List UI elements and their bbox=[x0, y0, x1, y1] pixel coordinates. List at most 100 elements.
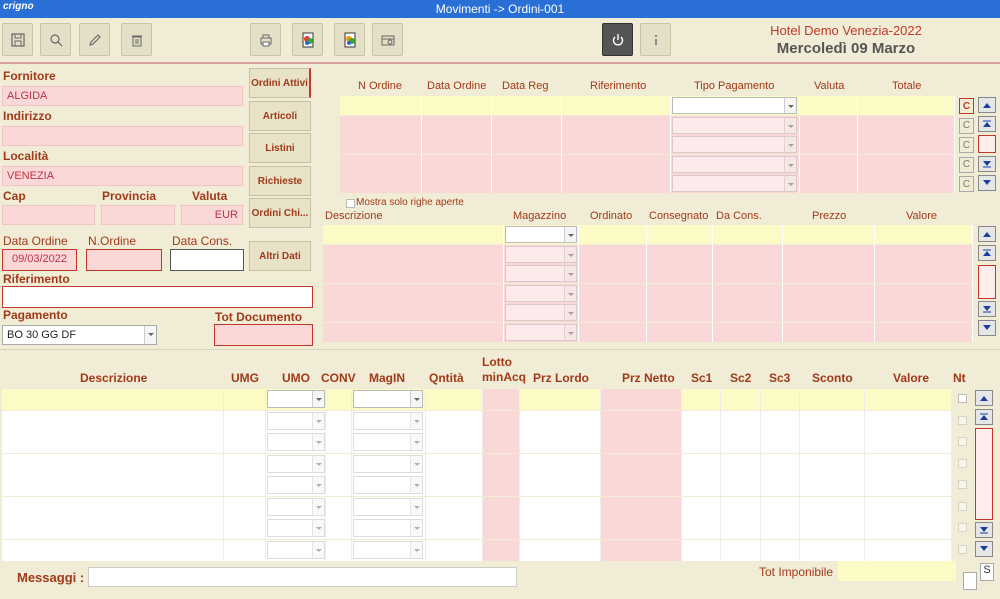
c-button[interactable]: C bbox=[959, 98, 974, 114]
nt-checkbox[interactable] bbox=[958, 458, 967, 468]
line-row[interactable] bbox=[0, 432, 1000, 453]
valuta-field[interactable]: EUR bbox=[181, 205, 243, 225]
nt-checkbox[interactable] bbox=[958, 501, 967, 511]
magazzino-select[interactable] bbox=[505, 226, 577, 243]
magazzino-select[interactable] bbox=[505, 284, 577, 302]
tipo-pagamento-select[interactable] bbox=[672, 175, 797, 192]
orders-cell bbox=[858, 96, 955, 115]
tipo-pagamento-select[interactable] bbox=[672, 136, 797, 153]
tipo-pagamento-select[interactable] bbox=[672, 116, 797, 134]
scroll-down-button[interactable] bbox=[975, 541, 993, 557]
archive-button[interactable] bbox=[372, 23, 403, 56]
umo-select[interactable] bbox=[267, 454, 325, 473]
magin-select[interactable] bbox=[353, 411, 423, 430]
chevron-down-icon bbox=[312, 498, 324, 515]
line-row[interactable] bbox=[0, 410, 1000, 432]
magazzino-select[interactable] bbox=[505, 304, 577, 321]
info-button[interactable] bbox=[640, 23, 671, 56]
umo-select[interactable] bbox=[267, 540, 325, 559]
magin-select[interactable] bbox=[353, 519, 423, 537]
chevron-down-icon bbox=[784, 156, 796, 172]
umo-select[interactable] bbox=[267, 433, 325, 451]
magin-select[interactable] bbox=[353, 476, 423, 494]
chevron-down-icon bbox=[410, 477, 422, 493]
ordini-attivi-button[interactable]: Ordini Attivi bbox=[249, 68, 311, 98]
print-button[interactable] bbox=[250, 23, 281, 56]
umo-select[interactable] bbox=[267, 411, 325, 430]
line-row[interactable] bbox=[0, 389, 1000, 410]
line-row[interactable] bbox=[0, 539, 1000, 561]
nt-checkbox[interactable] bbox=[958, 437, 967, 446]
search-button[interactable] bbox=[40, 23, 71, 56]
detail-row[interactable] bbox=[0, 244, 1000, 264]
scroll-up-button[interactable] bbox=[975, 409, 993, 425]
orders-row[interactable]: C bbox=[0, 174, 1000, 193]
umo-select[interactable] bbox=[267, 497, 325, 516]
orders-row[interactable]: C bbox=[0, 154, 1000, 174]
detail-row[interactable] bbox=[0, 225, 1000, 244]
magin-select[interactable] bbox=[353, 454, 423, 473]
tipo-pagamento-select[interactable] bbox=[672, 155, 797, 173]
scrollbar-track[interactable] bbox=[978, 135, 996, 153]
line-row[interactable] bbox=[0, 496, 1000, 518]
line-row[interactable] bbox=[0, 475, 1000, 496]
s-checkbox[interactable] bbox=[963, 572, 977, 590]
umo-select[interactable] bbox=[267, 476, 325, 494]
report2-button[interactable] bbox=[334, 23, 365, 56]
scroll-down-button[interactable] bbox=[975, 522, 993, 538]
ordini-chi-button[interactable]: Ordini Chi... bbox=[249, 198, 311, 228]
scroll-down-button[interactable] bbox=[978, 156, 996, 172]
scroll-down-button[interactable] bbox=[978, 175, 996, 191]
magin-select[interactable] bbox=[353, 433, 423, 451]
orders-row[interactable]: C bbox=[0, 135, 1000, 154]
scroll-up-button[interactable] bbox=[978, 97, 996, 113]
nt-checkbox[interactable] bbox=[958, 523, 967, 532]
magin-select[interactable] bbox=[353, 540, 423, 559]
detail-row[interactable] bbox=[0, 283, 1000, 303]
umo-select[interactable] bbox=[267, 390, 325, 408]
cap-field[interactable] bbox=[2, 205, 95, 225]
scrollbar-track[interactable] bbox=[975, 428, 993, 520]
scroll-down-button[interactable] bbox=[978, 320, 996, 336]
c-button[interactable]: C bbox=[959, 117, 974, 134]
magazzino-select[interactable] bbox=[505, 323, 577, 341]
nt-checkbox[interactable] bbox=[958, 415, 967, 425]
detail-row[interactable] bbox=[0, 264, 1000, 283]
power-button[interactable] bbox=[602, 23, 633, 56]
tipo-pagamento-select[interactable] bbox=[672, 97, 797, 114]
scroll-up-button[interactable] bbox=[978, 116, 996, 132]
report-button[interactable] bbox=[292, 23, 323, 56]
scroll-down-button[interactable] bbox=[978, 301, 996, 317]
detail-cell bbox=[504, 322, 579, 342]
info-icon bbox=[654, 34, 657, 45]
line-row[interactable] bbox=[0, 518, 1000, 539]
c-button[interactable]: C bbox=[959, 156, 974, 173]
delete-button[interactable] bbox=[121, 23, 152, 56]
orders-row[interactable]: C bbox=[0, 96, 1000, 115]
magazzino-select[interactable] bbox=[505, 265, 577, 282]
scroll-up-button[interactable] bbox=[975, 390, 993, 406]
nt-checkbox[interactable] bbox=[958, 480, 967, 489]
line-row[interactable] bbox=[0, 453, 1000, 475]
scroll-up-button[interactable] bbox=[978, 226, 996, 242]
trash-icon bbox=[131, 35, 142, 46]
s-button[interactable]: S bbox=[980, 563, 994, 581]
scroll-up-button[interactable] bbox=[978, 245, 996, 261]
detail-row[interactable] bbox=[0, 322, 1000, 342]
scrollbar-track[interactable] bbox=[978, 265, 996, 299]
umo-select[interactable] bbox=[267, 519, 325, 537]
mostra-checkbox[interactable] bbox=[346, 199, 355, 208]
nt-checkbox[interactable] bbox=[958, 394, 967, 403]
save-button[interactable] bbox=[2, 23, 33, 56]
magin-select[interactable] bbox=[353, 390, 423, 408]
magazzino-select[interactable] bbox=[505, 245, 577, 263]
orders-row[interactable]: C bbox=[0, 115, 1000, 135]
detail-row[interactable] bbox=[0, 303, 1000, 322]
nt-checkbox[interactable] bbox=[958, 544, 967, 554]
orders-cell bbox=[340, 96, 422, 115]
magin-select[interactable] bbox=[353, 497, 423, 516]
c-button[interactable]: C bbox=[959, 137, 974, 153]
provincia-field[interactable] bbox=[101, 205, 175, 225]
edit-button[interactable] bbox=[79, 23, 110, 56]
c-button[interactable]: C bbox=[959, 176, 974, 192]
